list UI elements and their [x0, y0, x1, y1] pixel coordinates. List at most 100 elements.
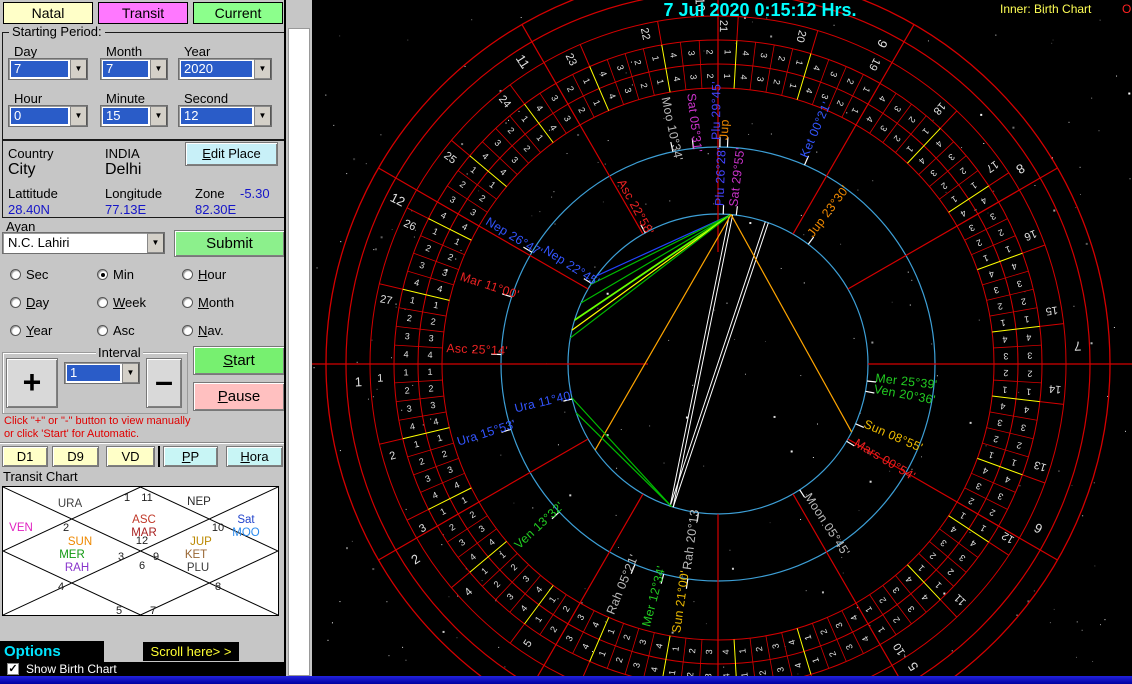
radio-asc[interactable]: Asc [97, 323, 135, 338]
radio-day[interactable]: Day [10, 295, 49, 310]
svg-text:4: 4 [498, 167, 508, 178]
svg-text:1: 1 [597, 650, 608, 658]
svg-text:3: 3 [418, 260, 426, 271]
pause-button[interactable]: Pause [193, 382, 285, 411]
svg-text:NEP: NEP [187, 496, 211, 508]
svg-text:3: 3 [946, 152, 956, 163]
svg-text:23: 23 [563, 52, 579, 68]
tab-current[interactable]: Current [193, 2, 283, 24]
svg-text:4: 4 [468, 552, 478, 563]
chevron-down-icon[interactable]: ▼ [122, 363, 139, 383]
svg-text:Ura 15°53': Ura 15°53' [455, 417, 517, 449]
radio-min[interactable]: Min [97, 267, 134, 282]
country-value: INDIA [105, 146, 140, 161]
svg-text:5: 5 [905, 659, 922, 673]
svg-text:2: 2 [576, 106, 587, 115]
svg-text:2: 2 [447, 522, 457, 533]
step-back-plus-button[interactable]: + [6, 358, 58, 408]
radio-hour[interactable]: Hour [182, 267, 226, 282]
chevron-down-icon[interactable]: ▼ [147, 233, 164, 253]
svg-text:Sat 29°55': Sat 29°55' [726, 147, 747, 208]
minute-select[interactable]: 15▼ [100, 105, 168, 127]
options-label: Options [0, 643, 61, 660]
year-label: Year [184, 44, 210, 59]
hint-line-2: or click 'Start' for Automatic. [4, 428, 139, 440]
svg-text:6: 6 [139, 560, 145, 572]
svg-text:2: 2 [771, 79, 782, 86]
second-select[interactable]: 12▼ [178, 105, 272, 127]
start-button[interactable]: Start [193, 346, 285, 375]
svg-text:VEN: VEN [9, 522, 33, 534]
svg-text:2: 2 [997, 227, 1006, 238]
radio-year[interactable]: Year [10, 323, 52, 338]
chevron-down-icon[interactable]: ▼ [70, 106, 87, 126]
svg-text:2: 2 [424, 243, 432, 254]
svg-text:ASC: ASC [132, 514, 156, 526]
submit-button[interactable]: Submit [174, 230, 285, 257]
varga-button-d9[interactable]: D9 [52, 446, 99, 467]
radio-week[interactable]: Week [97, 295, 146, 310]
chevron-down-icon[interactable]: ▼ [254, 106, 271, 126]
svg-text:1: 1 [413, 439, 420, 450]
svg-text:2: 2 [827, 650, 838, 658]
day-value: 7 [11, 61, 68, 77]
ayanamsa-value: N.C. Lahiri [5, 235, 145, 251]
svg-text:3: 3 [505, 591, 516, 601]
svg-text:4: 4 [849, 613, 860, 622]
scroll-here-bar[interactable]: Scroll here> > [143, 642, 239, 661]
varga-button-vd[interactable]: VD [106, 446, 155, 467]
interval-select[interactable]: 1 ▼ [64, 362, 140, 384]
svg-text:1: 1 [606, 627, 617, 635]
svg-text:3: 3 [996, 417, 1003, 428]
varga-button-pp[interactable]: PP [163, 446, 218, 467]
radio-sec[interactable]: Sec [10, 267, 48, 282]
svg-text:4: 4 [860, 634, 871, 643]
svg-text:URA: URA [58, 498, 83, 510]
svg-text:2: 2 [63, 522, 69, 534]
varga-button-d1[interactable]: D1 [2, 446, 48, 467]
svg-text:3: 3 [562, 114, 573, 124]
svg-text:2: 2 [639, 82, 650, 89]
svg-text:3: 3 [974, 481, 983, 492]
chevron-down-icon[interactable]: ▼ [150, 59, 167, 79]
chevron-down-icon[interactable]: ▼ [70, 59, 87, 79]
svg-text:2: 2 [446, 252, 454, 263]
day-select[interactable]: 7▼ [8, 58, 88, 80]
scrollbar-track[interactable] [288, 28, 310, 676]
svg-text:4: 4 [403, 349, 408, 359]
svg-text:3: 3 [417, 522, 428, 535]
svg-text:7: 7 [1074, 339, 1082, 354]
svg-text:3: 3 [1003, 351, 1008, 361]
svg-text:2: 2 [565, 85, 576, 94]
varga-button-hora[interactable]: Hora [226, 446, 283, 467]
svg-text:4: 4 [741, 50, 751, 56]
svg-text:MOO: MOO [232, 527, 260, 539]
chevron-down-icon[interactable]: ▼ [150, 106, 167, 126]
svg-text:11: 11 [513, 52, 533, 71]
options-bar[interactable]: Options [0, 641, 104, 662]
svg-text:3: 3 [996, 491, 1005, 502]
ayanamsa-select[interactable]: N.C. Lahiri ▼ [2, 232, 165, 254]
tab-transit[interactable]: Transit [98, 2, 188, 24]
svg-text:MAR: MAR [131, 527, 157, 539]
svg-text:13: 13 [1033, 458, 1048, 473]
chevron-down-icon[interactable]: ▼ [254, 59, 271, 79]
svg-text:4: 4 [649, 666, 660, 673]
svg-text:24: 24 [496, 93, 513, 110]
svg-text:10: 10 [212, 522, 224, 534]
month-select[interactable]: 7▼ [100, 58, 168, 80]
svg-text:11: 11 [141, 492, 152, 504]
svg-text:2: 2 [928, 551, 938, 562]
svg-text:1: 1 [969, 180, 979, 191]
radio-month[interactable]: Month [182, 295, 234, 310]
tab-natal[interactable]: Natal [3, 2, 93, 24]
year-select[interactable]: 2020▼ [178, 58, 272, 80]
svg-text:4: 4 [917, 155, 928, 166]
svg-text:RAH: RAH [65, 562, 89, 574]
radio-nav[interactable]: Nav. [182, 323, 224, 338]
step-forward-minus-button[interactable]: – [146, 358, 182, 408]
show-birth-checkbox[interactable]: ✓ [7, 663, 19, 675]
svg-text:1: 1 [861, 85, 872, 94]
edit-place-button[interactable]: Edit Place [185, 142, 278, 166]
hour-select[interactable]: 0▼ [8, 105, 88, 127]
